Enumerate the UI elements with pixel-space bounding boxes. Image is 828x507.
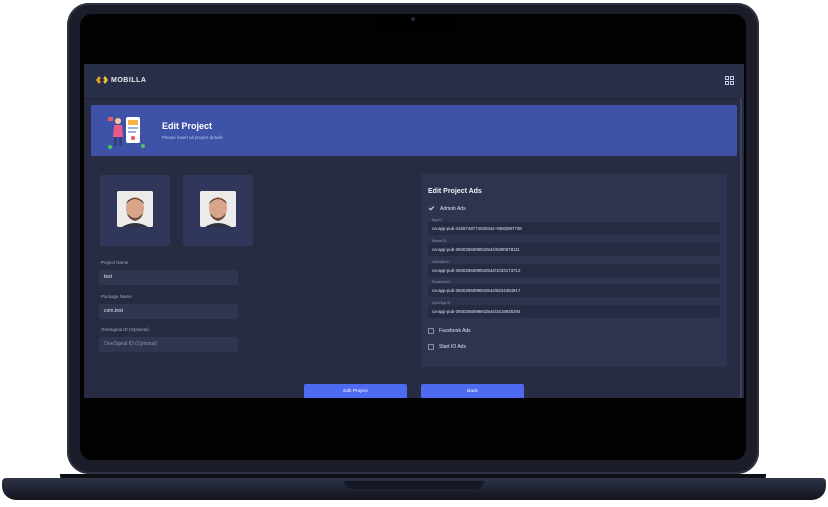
project-name-input[interactable]: test — [99, 270, 238, 285]
app-id-input[interactable]: ca-app-pub-4159748774630342~9582597738 — [428, 222, 720, 235]
brand-logo[interactable]: MOBILLA — [96, 75, 146, 85]
interstitial-id-input[interactable]: ca-app-pub-3940256099942544/1033173712 — [428, 264, 720, 277]
logo-icon — [96, 76, 108, 84]
checkbox-icon — [428, 328, 434, 334]
package-name-label: Package Name — [101, 294, 132, 299]
camera-icon — [411, 17, 415, 21]
camera-notch — [375, 14, 455, 30]
logo-text: MOBILLA — [111, 76, 147, 84]
onesignal-label: OneSignal ID (Optional) — [101, 327, 149, 332]
app-screen: MOBILLA Edit Project Please insert all p… — [84, 64, 744, 398]
page-banner: Edit Project Please insert all project d… — [91, 105, 737, 156]
grid-icon[interactable] — [725, 76, 734, 85]
avatar — [117, 191, 153, 227]
facebook-checkbox[interactable]: Facebook Ads — [428, 328, 471, 334]
package-name-input[interactable]: com.test — [99, 304, 238, 319]
open-app-id-input[interactable]: ca-app-pub-3940256099942544/3419835294 — [428, 305, 720, 318]
page-title: Edit Project — [162, 121, 213, 131]
scrollbar[interactable] — [740, 98, 742, 398]
project-image-card[interactable] — [100, 175, 170, 246]
person-photo-icon — [117, 191, 153, 227]
project-name-label: Project Name — [101, 260, 129, 265]
admob-label: Admob Ads — [440, 205, 466, 212]
facebook-label: Facebook Ads — [439, 328, 471, 334]
person-photo-icon — [200, 191, 236, 227]
project-image-card[interactable] — [183, 175, 253, 246]
admob-checkbox[interactable]: Admob Ads — [428, 205, 466, 212]
back-button[interactable]: Back — [421, 384, 524, 398]
rewarded-id-input[interactable]: ca-app-pub-3940256099942544/5224354917 — [428, 284, 720, 297]
startio-label: Start IO Ads — [439, 344, 466, 350]
project-illustration-icon — [108, 117, 145, 149]
ads-panel: Edit Project Ads Admob Ads App ID ca-app… — [421, 174, 727, 367]
ads-title: Edit Project Ads — [428, 188, 482, 195]
page-subtitle: Please insert all project details — [162, 135, 223, 140]
check-icon — [428, 205, 435, 212]
avatar — [200, 191, 236, 227]
banner-id-input[interactable]: ca-app-pub-3940256099942544/6300978111 — [428, 243, 720, 256]
top-bar: MOBILLA — [84, 64, 744, 99]
edit-project-button[interactable]: Edit Project — [304, 384, 407, 398]
onesignal-input[interactable]: OneSignal ID (Optional) — [99, 337, 238, 352]
checkbox-icon — [428, 344, 434, 350]
laptop-groove — [344, 481, 484, 489]
startio-checkbox[interactable]: Start IO Ads — [428, 344, 466, 350]
